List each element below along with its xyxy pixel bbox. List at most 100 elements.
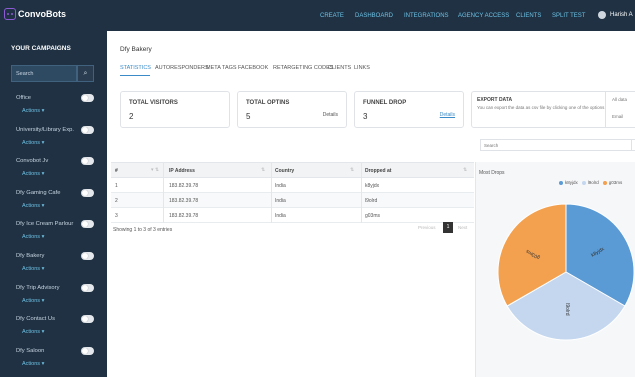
nav-clients[interactable]: CLIENTS (516, 13, 541, 19)
divider (605, 92, 606, 127)
tab-facebook[interactable]: FACEBOOK (238, 65, 268, 71)
sidebar-title: YOUR CAMPAIGNS (11, 45, 71, 52)
user-menu[interactable]: Harish A (598, 11, 633, 19)
campaign-toggle[interactable] (81, 220, 94, 229)
chat-bot-icon (4, 8, 16, 20)
tab-clients[interactable]: CLIENTS (328, 65, 351, 71)
campaign-actions-dropdown[interactable]: Actions ▾ (22, 140, 94, 146)
table-cell: India (275, 198, 286, 204)
card-title: TOTAL VISITORS (129, 100, 178, 106)
tab-links[interactable]: LINKS (354, 65, 370, 71)
campaign-toggle[interactable] (81, 125, 94, 134)
campaign-item[interactable]: Dfy Ice Cream Parlour Actions ▾ (16, 220, 94, 240)
campaign-search-input[interactable] (11, 65, 77, 82)
campaign-item[interactable]: Dfy Contact Us Actions ▾ (16, 315, 94, 335)
search-icon[interactable]: ⌕ (77, 65, 94, 82)
table-cell: India (275, 213, 286, 219)
legend-item[interactable]: l9olrd (581, 180, 599, 185)
campaign-actions-dropdown[interactable]: Actions ▾ (22, 266, 94, 272)
campaign-name[interactable]: Dfy Bakery (16, 253, 74, 259)
funnel-details-link[interactable]: Details (440, 112, 455, 118)
campaign-name[interactable]: Dfy Trip Advisory (16, 285, 74, 291)
campaign-name[interactable]: Dfy Contact Us (16, 316, 74, 322)
campaign-toggle[interactable] (81, 346, 94, 355)
table-cell: k8yjdx (365, 183, 380, 189)
legend-label: l9olrd (587, 180, 599, 185)
campaign-item[interactable]: Dfy Trip Advisory Actions ▾ (16, 283, 94, 304)
campaign-name[interactable]: Dfy Gaming Cafe (16, 190, 74, 196)
tab-retargeting-codes[interactable]: RETARGETING CODES (273, 65, 333, 71)
sort-icon[interactable]: ⇅ (463, 167, 467, 173)
export-title: EXPORT DATA (477, 97, 513, 103)
funnel-drop-card: FUNNEL DROP 3 Details (354, 91, 464, 128)
pagination-previous[interactable]: Previous (418, 225, 436, 230)
campaign-sidebar: YOUR CAMPAIGNS ⌕ OfficeActions ▾Universi… (0, 31, 107, 377)
pie-chart: k8yjdxl9olrdg03ms (497, 203, 635, 341)
campaign-toggle[interactable] (81, 283, 94, 292)
table-cell: India (275, 183, 286, 189)
campaign-item[interactable]: Dfy Gaming Cafe Actions ▾ (16, 188, 94, 209)
active-tab-indicator (120, 75, 150, 76)
table-search-input[interactable] (480, 139, 632, 151)
campaign-item[interactable]: Dfy Saloon Actions ▾ (16, 346, 94, 367)
card-value: 5 (246, 112, 251, 121)
col-header-ip[interactable]: IP Address (169, 168, 195, 174)
divider (361, 162, 362, 223)
campaign-item[interactable]: Office Actions ▾ (16, 94, 94, 114)
legend-label: k8yjdx (565, 180, 578, 185)
optins-details-link[interactable]: Details (323, 112, 338, 118)
nav-agency-access[interactable]: AGENCY ACCESS (458, 13, 509, 19)
sort-icon[interactable]: ⇅ (261, 167, 265, 173)
nav-create[interactable]: CREATE (320, 13, 344, 19)
campaign-actions-dropdown[interactable]: Actions ▾ (22, 361, 94, 367)
campaign-actions-dropdown[interactable]: Actions ▾ (22, 171, 94, 177)
table-row: 2 183.82.39.78 India l9olrd (111, 193, 474, 208)
campaign-name[interactable]: Dfy Ice Cream Parlour (16, 221, 74, 227)
campaign-item[interactable]: University/Library Exp... Actions ▾ (16, 125, 94, 146)
campaign-name[interactable]: Office (16, 95, 74, 101)
col-header-index[interactable]: # (115, 168, 118, 174)
table-row: 3 183.82.39.78 India g03ms (111, 208, 474, 223)
campaign-toggle[interactable] (81, 315, 94, 324)
nav-split-test[interactable]: SPLIT TEST (552, 13, 585, 19)
tab-meta-tags[interactable]: META TAGS (206, 65, 237, 71)
campaign-toggle[interactable] (81, 252, 94, 260)
campaign-actions-dropdown[interactable]: Actions ▾ (22, 108, 94, 114)
tab-autoresponders[interactable]: AUTORESPONDERS (155, 65, 209, 71)
legend-item[interactable]: g03ms (602, 180, 622, 185)
campaign-toggle[interactable] (81, 157, 94, 166)
sort-icon[interactable]: ⇅ (350, 167, 354, 173)
card-value: 3 (363, 112, 368, 121)
table-cell: 183.82.39.78 (169, 213, 199, 219)
tab-statistics[interactable]: STATISTICS (120, 65, 151, 71)
campaign-toggle[interactable] (81, 94, 94, 102)
export-all-data-button[interactable]: All data (612, 97, 627, 102)
legend-item[interactable]: k8yjdx (559, 180, 578, 185)
legend-swatch (602, 180, 607, 185)
campaign-actions-dropdown[interactable]: Actions ▾ (22, 329, 94, 335)
app-logo[interactable]: ConvoBots (4, 8, 66, 20)
col-header-dropped-at[interactable]: Dropped at (365, 168, 391, 174)
campaign-name[interactable]: Convobot Jv (16, 158, 74, 164)
legend-swatch (581, 180, 586, 185)
table-cell: 1 (115, 183, 118, 189)
campaign-actions-dropdown[interactable]: Actions ▾ (22, 234, 94, 240)
campaign-item[interactable]: Convobot Jv Actions ▾ (16, 157, 94, 177)
campaign-actions-dropdown[interactable]: Actions ▾ (22, 298, 94, 304)
divider (271, 162, 272, 223)
total-optins-card: TOTAL OPTINS 5 Details (237, 91, 347, 128)
campaign-name[interactable]: University/Library Exp... (16, 127, 74, 133)
col-header-country[interactable]: Country (275, 168, 294, 174)
campaign-toggle[interactable] (81, 188, 94, 197)
pagination-next[interactable]: Next (458, 225, 467, 230)
export-email-button[interactable]: Email (612, 114, 623, 119)
main-content: Dfy Bakery STATISTICS AUTORESPONDERS MET… (107, 31, 635, 377)
sort-icon[interactable]: ▾ ⇅ (151, 167, 159, 173)
campaign-name[interactable]: Dfy Saloon (16, 348, 74, 354)
nav-dashboard[interactable]: DASHBOARD (355, 13, 393, 19)
avatar (598, 11, 606, 19)
campaign-actions-dropdown[interactable]: Actions ▾ (22, 203, 94, 209)
pagination-page[interactable]: 1 (443, 222, 453, 233)
nav-integrations[interactable]: INTEGRATIONS (404, 13, 449, 19)
campaign-item[interactable]: Dfy Bakery Actions ▾ (16, 252, 94, 272)
